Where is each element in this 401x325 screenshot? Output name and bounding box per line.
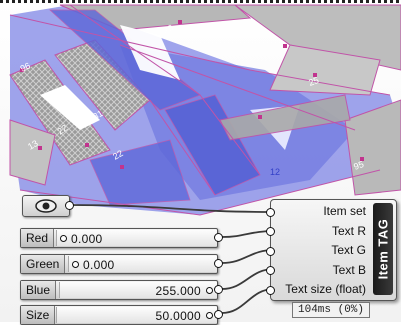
red-slider[interactable]: Red 0.000 [20,228,223,248]
input-port[interactable] [266,227,275,236]
output-port[interactable] [214,310,223,319]
item-tag-component[interactable]: Item set Text R Text G Text B Text size … [266,199,397,301]
slider-track[interactable]: 0.000 [68,256,217,272]
input-list: Item set Text R Text G Text B Text size … [271,202,370,300]
input-item-set[interactable]: Item set [271,202,370,222]
input-text-r[interactable]: Text R [271,222,370,242]
output-port[interactable] [214,285,223,294]
profiler-timing-badge: 104ms (0%) [292,302,371,318]
slider-knob[interactable] [206,312,213,319]
slider-label: Size [21,306,56,324]
slider-value: 0.000 [83,258,115,272]
component-title-strip: Item TAG [373,203,393,295]
slider-label: Red [21,229,55,247]
slider-label: Green [21,255,66,273]
dotted-border [0,0,401,3]
input-text-g[interactable]: Text G [271,241,370,261]
slider-value: 0.000 [71,232,103,246]
input-port[interactable] [266,208,275,217]
slider-track[interactable]: 50.0000 [56,307,217,323]
output-port[interactable] [214,233,223,242]
slider-value: 50.0000 [155,309,201,323]
slider-knob[interactable] [206,287,213,294]
output-port[interactable] [214,259,223,268]
slider-knob[interactable] [72,261,79,268]
eye-icon [35,199,57,213]
input-port[interactable] [266,266,275,275]
blue-slider[interactable]: Blue 255.000 [20,280,223,300]
slider-track[interactable]: 0.000 [56,230,217,246]
slider-knob[interactable] [60,235,67,242]
green-slider[interactable]: Green 0.000 [20,254,223,274]
viewport-tag: 12 [270,167,280,177]
component-title: Item TAG [375,218,391,280]
input-text-b[interactable]: Text B [271,261,370,281]
slider-track[interactable]: 255.000 [59,282,217,298]
size-slider[interactable]: Size 50.0000 [20,305,223,325]
input-port[interactable] [266,247,275,256]
input-port[interactable] [266,286,275,295]
item-set-input-component[interactable] [22,195,74,217]
output-port[interactable] [65,201,74,210]
slider-value: 255.000 [155,284,201,298]
slider-label: Blue [21,281,57,299]
input-text-size[interactable]: Text size (float) [271,280,370,300]
